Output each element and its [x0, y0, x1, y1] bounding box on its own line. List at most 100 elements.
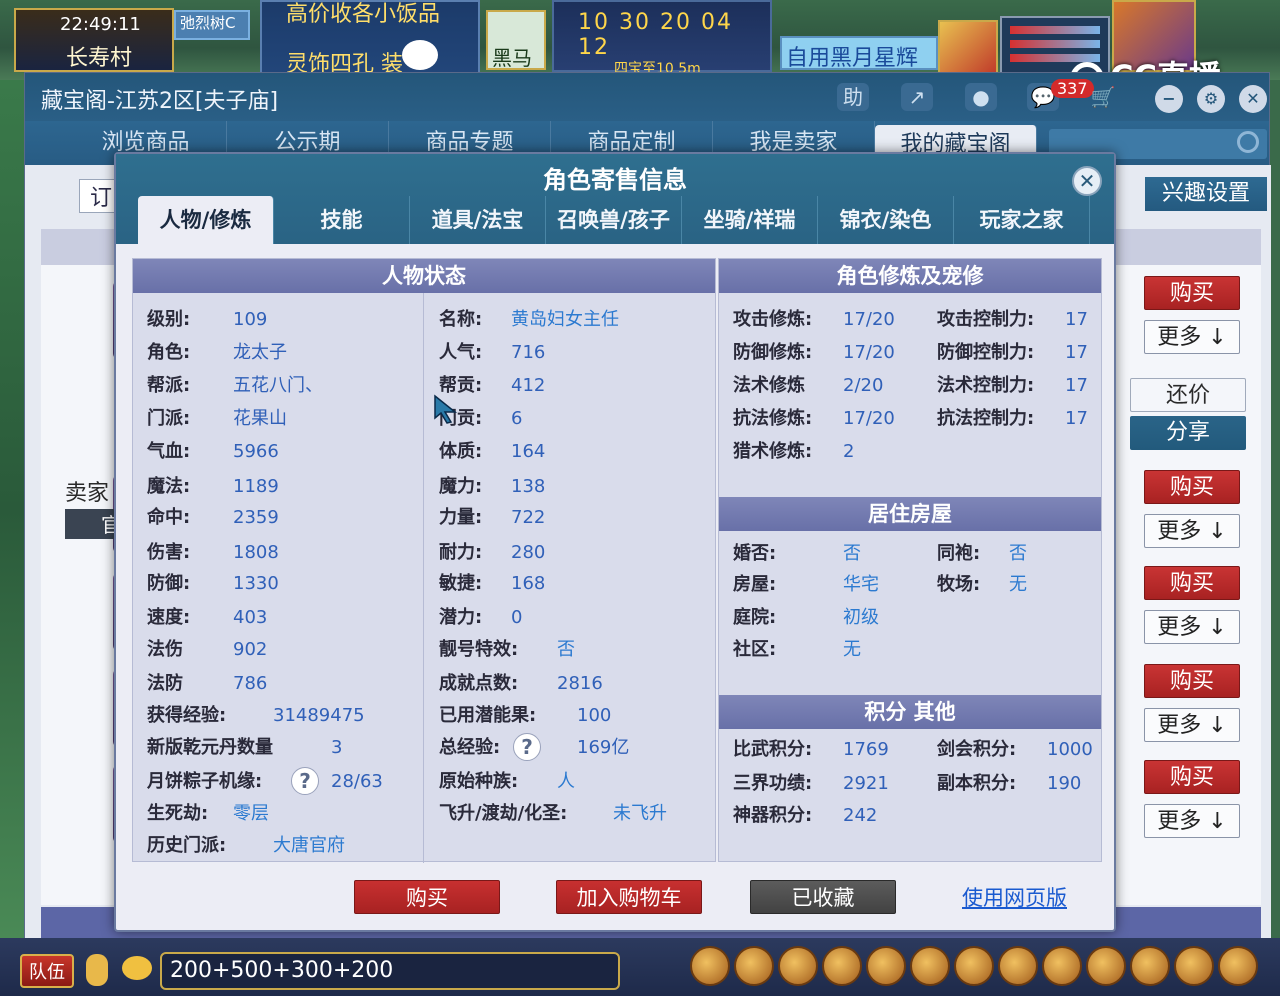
- status-value: 龙太子: [233, 342, 287, 363]
- cultivation-label: 攻击控制力:: [937, 309, 1035, 330]
- tab-items[interactable]: 道具/法宝: [410, 196, 546, 244]
- game-time: 22:49:11: [60, 14, 141, 35]
- side-more-button[interactable]: 更多 ↓: [1144, 514, 1240, 548]
- team-button[interactable]: 队伍: [20, 954, 74, 988]
- status-row: 敏捷: 168: [439, 569, 545, 599]
- cart-icon[interactable]: 🛒: [1087, 83, 1119, 111]
- buy-button[interactable]: 购买: [354, 880, 500, 914]
- minimize-icon[interactable]: −: [1155, 85, 1183, 113]
- status-label: 魔力:: [439, 476, 483, 497]
- down-arrow-icon: ↓: [1208, 713, 1227, 738]
- interest-settings-button[interactable]: 兴趣设置: [1145, 177, 1267, 211]
- close-icon[interactable]: ✕: [1239, 85, 1267, 113]
- status-value: 未飞升: [613, 803, 667, 824]
- shortcut-icon[interactable]: [690, 946, 730, 986]
- share-button[interactable]: 分享: [1130, 416, 1246, 450]
- status-label: 耐力:: [439, 542, 483, 563]
- cultivation-row: 攻击修炼: 17/20 攻击控制力: 17: [733, 305, 1093, 335]
- side-more-button[interactable]: 更多 ↓: [1144, 804, 1240, 838]
- cultivation-label: 法术修炼: [733, 375, 805, 396]
- side-buy-button[interactable]: 购买: [1144, 470, 1240, 504]
- points-label: 三界功绩:: [733, 773, 813, 794]
- status-value: 2359: [233, 507, 279, 528]
- shortcut-icon[interactable]: [998, 946, 1038, 986]
- side-more-button[interactable]: 更多 ↓: [1144, 708, 1240, 742]
- status-row: 角色: 龙太子: [147, 338, 287, 368]
- side-more-button[interactable]: 更多 ↓: [1144, 610, 1240, 644]
- shortcut-icon[interactable]: [778, 946, 818, 986]
- title-badge: 自用黑月星辉: [780, 36, 938, 71]
- shortcut-icon[interactable]: [1174, 946, 1214, 986]
- cultivation-value: 17/20: [843, 309, 895, 330]
- status-row: 法伤 902: [147, 635, 267, 665]
- status-row: 体质: 164: [439, 437, 545, 467]
- status-value: 5966: [233, 441, 279, 462]
- character-status-panel: 人物状态 级别: 109 角色: 龙太子 帮派: 五花八门、 门派: 花果山 气血: 5966 魔法…: [132, 258, 716, 863]
- status-label: 气血:: [147, 441, 191, 462]
- shortcut-icon[interactable]: [1218, 946, 1258, 986]
- status-value: 否: [557, 639, 575, 660]
- side-buy-button[interactable]: 购买: [1144, 664, 1240, 698]
- add-to-cart-button[interactable]: 加入购物车: [556, 880, 702, 914]
- status-value: 1330: [233, 573, 279, 594]
- chat-bubble-icon[interactable]: [122, 956, 152, 980]
- chat-input[interactable]: 200+500+300+200: [160, 952, 620, 990]
- side-buy-button[interactable]: 购买: [1144, 566, 1240, 600]
- tab-mounts[interactable]: 坐骑/祥瑞: [682, 196, 818, 244]
- down-arrow-icon: ↓: [1208, 325, 1227, 350]
- tab-summons[interactable]: 召唤兽/孩子: [546, 196, 682, 244]
- status-label: 敏捷:: [439, 573, 483, 594]
- tab-outfits[interactable]: 锦衣/染色: [818, 196, 954, 244]
- cultivation-row: 抗法修炼: 17/20 抗法控制力: 17: [733, 404, 1093, 434]
- shortcut-icon[interactable]: [1130, 946, 1170, 986]
- cultivation-row: 防御修炼: 17/20 防御控制力: 17: [733, 338, 1093, 368]
- shortcut-icon[interactable]: [954, 946, 994, 986]
- shortcut-icon[interactable]: [822, 946, 862, 986]
- record-icon[interactable]: ●: [965, 83, 997, 111]
- down-arrow-icon: ↓: [1208, 615, 1227, 640]
- help-question-icon[interactable]: ?: [291, 767, 319, 795]
- modal-close-icon[interactable]: ✕: [1072, 166, 1102, 196]
- tab-skills[interactable]: 技能: [274, 196, 410, 244]
- points-row: 比武积分: 1769 剑会积分: 1000: [733, 735, 1093, 765]
- game-top-hud: 22:49:11 长寿村 弛烈树C 高价收各小饭品 灵饰四孔 装 黑马 10 3…: [0, 0, 1280, 80]
- help-question-icon[interactable]: ?: [513, 733, 541, 761]
- shortcut-icon[interactable]: [1042, 946, 1082, 986]
- side-more-button[interactable]: 更多 ↓: [1144, 320, 1240, 354]
- points-label: 比武积分:: [733, 739, 813, 760]
- side-buy-button[interactable]: 购买: [1144, 760, 1240, 794]
- cultivation-label: 抗法修炼:: [733, 408, 813, 429]
- shortcut-icon[interactable]: [734, 946, 774, 986]
- help-icon[interactable]: 助: [837, 83, 869, 111]
- tab-character[interactable]: 人物/修炼: [138, 196, 274, 244]
- status-row: 生死劫: 零层: [147, 799, 269, 829]
- bargain-button[interactable]: 还价: [1130, 378, 1246, 412]
- side-buy-button[interactable]: 购买: [1144, 276, 1240, 310]
- status-row: 力量: 722: [439, 503, 545, 533]
- settings-gear-icon[interactable]: ⚙: [1197, 85, 1225, 113]
- web-version-link[interactable]: 使用网页版: [962, 882, 1067, 912]
- status-row: 名称: 黄岛妇女主任: [439, 305, 619, 335]
- search-icon[interactable]: [1237, 131, 1259, 153]
- shortcut-icon[interactable]: [866, 946, 906, 986]
- microphone-icon[interactable]: [86, 954, 108, 986]
- cultivation-label: 法术控制力:: [937, 375, 1035, 396]
- announcement-line1: 高价收各小饭品: [286, 2, 441, 27]
- shortcut-icon[interactable]: [910, 946, 950, 986]
- share-arrow-icon[interactable]: ↗: [901, 83, 933, 111]
- favorited-button[interactable]: 已收藏: [750, 880, 896, 914]
- status-label: 魔法:: [147, 476, 191, 497]
- status-row: 法防 786: [147, 669, 267, 699]
- side-more-label: 更多: [1157, 519, 1202, 544]
- pet-avatar[interactable]: [938, 20, 998, 76]
- status-value: 100: [577, 705, 612, 726]
- shortcut-icon[interactable]: [1086, 946, 1126, 986]
- points-value: 1000: [1047, 739, 1093, 760]
- status-label: 生死劫:: [147, 803, 209, 824]
- status-value: 黄岛妇女主任: [511, 309, 619, 330]
- status-label: 帮贡:: [439, 375, 483, 396]
- column-divider: [423, 293, 424, 863]
- status-value: 6: [511, 408, 523, 429]
- status-row: 获得经验: 31489475: [147, 701, 365, 731]
- tab-home[interactable]: 玩家之家: [954, 196, 1090, 244]
